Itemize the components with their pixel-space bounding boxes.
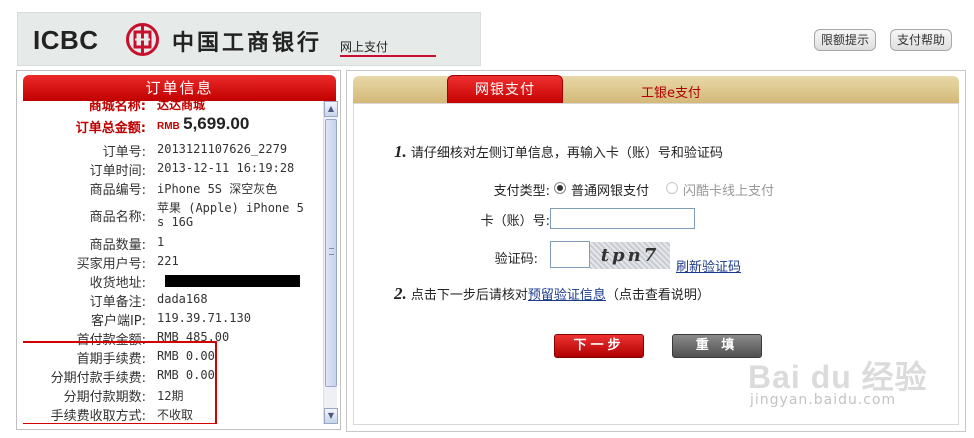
order-scrollbar[interactable]: ▲ ▼ — [323, 101, 338, 424]
scroll-down-arrow-icon[interactable]: ▼ — [324, 408, 338, 424]
step-2-suffix: （点击查看说明） — [605, 288, 710, 303]
product-name-label: 商品名称: — [89, 210, 146, 225]
step-1-number: 1. — [394, 142, 407, 161]
address-label: 收货地址: — [89, 276, 146, 291]
list-item: 客户端IP: 119.39.71.130 — [23, 310, 322, 329]
installment-highlight-box — [23, 341, 217, 424]
list-item: 收货地址: — [23, 272, 322, 291]
list-item: 商品编号: iPhone 5S 深空灰色 — [23, 179, 322, 198]
quantity-value: 1 — [157, 235, 165, 249]
order-time-label: 订单时间: — [89, 164, 146, 179]
captcha-input[interactable] — [550, 241, 590, 268]
list-item: 订单号: 2013121107626_2279 — [23, 141, 322, 160]
payment-form: 1. 请仔细核对左侧订单信息，再输入卡（账）号和验证码 支付类型: 普通网银支付… — [353, 103, 959, 425]
step-2-number: 2. — [394, 284, 407, 303]
order-note-value: dada168 — [157, 292, 208, 306]
refresh-captcha-link[interactable]: 刷新验证码 — [676, 256, 741, 275]
tab-icbc-epay[interactable]: 工银e支付 — [623, 82, 719, 102]
header-banner: ICBC 中国工商银行 网上支付 — [17, 12, 481, 66]
order-time-value: 2013-12-11 16:19:28 — [157, 161, 295, 175]
step-1-instruction: 1. 请仔细核对左侧订单信息，再输入卡（账）号和验证码 — [394, 142, 723, 162]
radio-flash-card[interactable] — [666, 182, 678, 194]
redacted-address — [165, 275, 300, 287]
pay-type-label: 支付类型: — [493, 184, 550, 199]
client-ip-label: 客户端IP: — [90, 314, 146, 329]
client-ip-value: 119.39.71.130 — [157, 311, 251, 325]
online-pay-subtitle: 网上支付 — [340, 40, 389, 54]
captcha-label: 验证码: — [494, 252, 538, 267]
list-item: 商品名称: 苹果 (Apple) iPhone 5 s 16G — [23, 198, 322, 232]
reset-button[interactable]: 重 填 — [672, 334, 762, 358]
bank-name: 中国工商银行 — [172, 31, 323, 56]
radio-flash-card-label[interactable]: 闪酷卡线上支付 — [683, 180, 774, 199]
step-2-instruction: 2. 点击下一步后请核对预留验证信息（点击查看说明） — [394, 284, 710, 304]
list-item: 订单备注: dada168 — [23, 291, 322, 310]
captcha-image: tpn7 — [590, 242, 670, 269]
payment-help-button[interactable]: 支付帮助 — [890, 29, 953, 51]
scrollbar-thumb[interactable] — [325, 119, 337, 387]
merchant-value: 达达商城 — [157, 101, 206, 112]
product-code-value: iPhone 5S 深空灰色 — [157, 182, 278, 196]
next-step-button[interactable]: 下一步 — [554, 334, 644, 358]
payment-tab-strip: 网银支付 工银e支付 — [353, 75, 959, 105]
radio-normal-netbank[interactable] — [554, 182, 566, 194]
card-number-label: 卡（账）号: — [480, 214, 550, 229]
order-no-label: 订单号: — [102, 145, 146, 160]
list-item: 买家用户号: 221 — [23, 253, 322, 272]
order-info-title: 订单信息 — [23, 75, 336, 101]
order-info-panel: 订单信息 商城名称: 达达商城 订单总金额: RMB 5,699.00 订单号:… — [16, 70, 341, 430]
product-code-label: 商品编号: — [89, 183, 146, 198]
order-info-list: 商城名称: 达达商城 订单总金额: RMB 5,699.00 订单号: 20131… — [23, 101, 322, 424]
merchant-row: 商城名称: 达达商城 — [23, 101, 322, 114]
total-amount-value: RMB 5,699.00 — [157, 114, 317, 134]
list-item: 商品数量: 1 — [23, 234, 322, 253]
icbc-seal-icon — [126, 23, 159, 56]
merchant-label: 商城名称: — [88, 101, 146, 114]
total-amount-label: 订单总金额: — [75, 121, 146, 136]
subtitle-underline — [340, 55, 436, 57]
icbc-logo-text: ICBC — [33, 25, 99, 55]
product-name-value: 苹果 (Apple) iPhone 5 — [157, 201, 304, 215]
radio-normal-netbank-label[interactable]: 普通网银支付 — [571, 180, 649, 199]
step-1-text: 请仔细核对左侧订单信息，再输入卡（账）号和验证码 — [410, 146, 723, 161]
currency-code: RMB — [157, 121, 180, 132]
buyer-id-label: 买家用户号: — [76, 257, 146, 272]
total-amount-row: 订单总金额: RMB 5,699.00 — [23, 114, 322, 137]
reserved-verification-link[interactable]: 预留验证信息 — [528, 288, 606, 303]
card-number-input[interactable] — [550, 208, 695, 229]
payment-panel: 网银支付 工银e支付 1. 请仔细核对左侧订单信息，再输入卡（账）号和验证码 支… — [346, 70, 966, 432]
scroll-up-arrow-icon[interactable]: ▲ — [324, 101, 338, 117]
limit-tip-button[interactable]: 限额提示 — [814, 29, 877, 51]
order-note-label: 订单备注: — [89, 295, 146, 310]
order-no-value: 2013121107626_2279 — [157, 142, 288, 156]
tab-netbank-pay[interactable]: 网银支付 — [447, 75, 563, 105]
amount-number: 5,699.00 — [183, 114, 250, 133]
buyer-id-value: 221 — [157, 254, 179, 268]
step-2-text: 点击下一步后请核对 — [410, 288, 528, 303]
grip-icon — [329, 248, 334, 255]
quantity-label: 商品数量: — [89, 238, 146, 253]
list-item: 订单时间: 2013-12-11 16:19:28 — [23, 160, 322, 179]
product-name-value-line2: s 16G — [157, 215, 194, 229]
